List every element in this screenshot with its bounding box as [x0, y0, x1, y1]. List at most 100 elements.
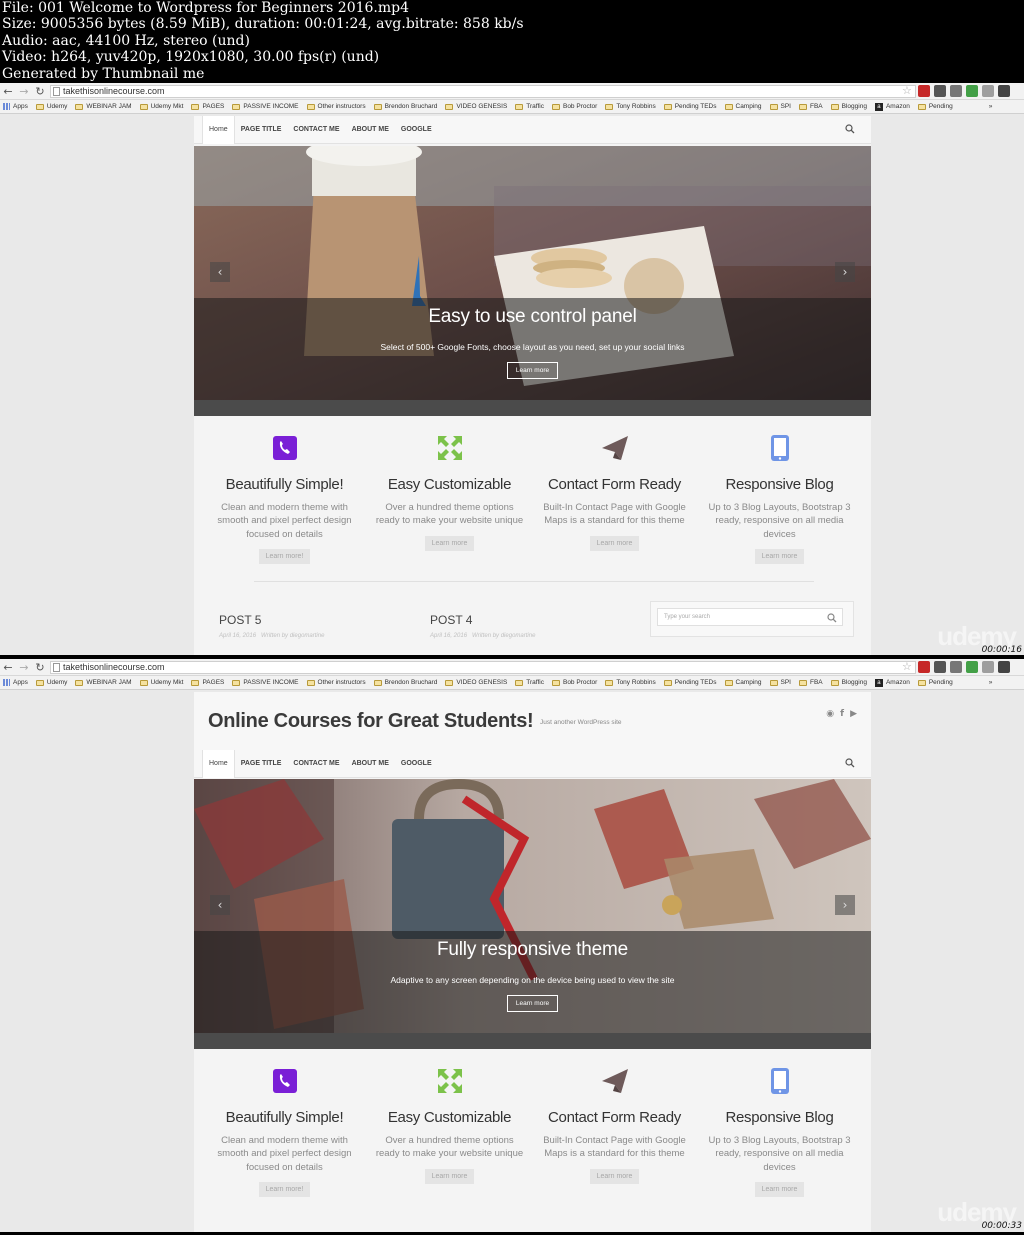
- feature-learn-more-button[interactable]: Learn more: [424, 1168, 475, 1184]
- bookmark-apps[interactable]: Apps: [0, 679, 28, 686]
- bookmark-folder[interactable]: Pending: [917, 103, 953, 110]
- bookmark-folder[interactable]: Udemy: [35, 679, 67, 686]
- bookmark-folder[interactable]: PAGES: [191, 679, 224, 686]
- bookmarks-overflow[interactable]: »: [989, 679, 993, 686]
- bookmark-folder[interactable]: Pending TEDs: [663, 103, 717, 110]
- extension-icon[interactable]: [934, 85, 946, 97]
- extension-icon[interactable]: [934, 661, 946, 673]
- extension-icon[interactable]: [966, 661, 978, 673]
- bookmark-folder[interactable]: Other instructors: [306, 103, 366, 110]
- facebook-icon[interactable]: f: [840, 709, 844, 719]
- bookmark-folder[interactable]: Udemy Mkt: [139, 103, 183, 110]
- bookmark-amazon[interactable]: a Amazon: [874, 102, 910, 111]
- bookmark-folder[interactable]: Other instructors: [306, 679, 366, 686]
- bookmark-folder[interactable]: PASSIVE INCOME: [232, 103, 299, 110]
- nav-item-home[interactable]: Home: [202, 749, 235, 778]
- post-item[interactable]: POST 5 April 16, 2016 Written by diegoma…: [219, 613, 324, 639]
- bookmark-amazon[interactable]: a Amazon: [874, 678, 910, 687]
- feature-beautifully-simple: Beautifully Simple! Clean and modern the…: [202, 416, 367, 596]
- search-icon[interactable]: [827, 610, 837, 623]
- reload-icon[interactable]: ↻: [32, 660, 48, 675]
- extension-icon[interactable]: [950, 661, 962, 673]
- feature-learn-more-button[interactable]: Learn more: [589, 1168, 640, 1184]
- nav-item-page-title[interactable]: PAGE TITLE: [235, 116, 288, 144]
- bookmark-folder[interactable]: Bob Proctor: [551, 679, 597, 686]
- search-widget: Type your search: [650, 601, 854, 637]
- nav-item-contact-me[interactable]: CONTACT ME: [287, 750, 345, 778]
- reload-icon[interactable]: ↻: [32, 84, 48, 99]
- feature-learn-more-button[interactable]: Learn more!: [258, 548, 311, 564]
- feature-learn-more-button[interactable]: Learn more: [754, 548, 805, 564]
- bookmark-folder[interactable]: Brendon Bruchard: [373, 679, 437, 686]
- nav-item-google[interactable]: GOOGLE: [395, 116, 438, 144]
- search-icon[interactable]: [845, 758, 855, 768]
- bookmark-star-icon[interactable]: ☆: [902, 660, 912, 673]
- slide-learn-more-button[interactable]: Learn more: [506, 995, 559, 1012]
- bookmark-folder[interactable]: Camping: [724, 103, 762, 110]
- search-input[interactable]: Type your search: [657, 608, 843, 626]
- bookmark-folder[interactable]: Brendon Bruchard: [373, 103, 437, 110]
- bookmark-folder[interactable]: Blogging: [830, 103, 867, 110]
- bookmark-folder[interactable]: VIDEO GENESIS: [445, 103, 507, 110]
- address-bar[interactable]: takethisonlinecourse.com: [50, 661, 916, 674]
- extension-icon[interactable]: [918, 661, 930, 673]
- bookmark-folder[interactable]: Pending TEDs: [663, 679, 717, 686]
- extension-icon[interactable]: [982, 85, 994, 97]
- bookmark-star-icon[interactable]: ☆: [902, 84, 912, 97]
- bookmark-folder[interactable]: VIDEO GENESIS: [445, 679, 507, 686]
- feature-learn-more-button[interactable]: Learn more: [754, 1181, 805, 1197]
- bookmark-folder[interactable]: Bob Proctor: [551, 103, 597, 110]
- forward-arrow-icon[interactable]: →: [16, 84, 32, 99]
- nav-item-about-me[interactable]: ABOUT ME: [346, 116, 395, 144]
- site-title[interactable]: Online Courses for Great Students!: [208, 710, 534, 733]
- back-arrow-icon[interactable]: ←: [0, 84, 16, 99]
- rss-icon[interactable]: ◉: [826, 709, 834, 719]
- extension-icon[interactable]: [982, 661, 994, 673]
- bookmark-folder[interactable]: SPI: [769, 103, 791, 110]
- bookmark-folder[interactable]: PAGES: [191, 103, 224, 110]
- bookmark-apps[interactable]: Apps: [0, 103, 28, 110]
- bookmark-folder[interactable]: Camping: [724, 679, 762, 686]
- menu-icon[interactable]: [998, 85, 1010, 97]
- address-bar[interactable]: takethisonlinecourse.com: [50, 85, 916, 98]
- forward-arrow-icon[interactable]: →: [16, 660, 32, 675]
- bookmark-folder[interactable]: PASSIVE INCOME: [232, 679, 299, 686]
- extension-icon[interactable]: [966, 85, 978, 97]
- back-arrow-icon[interactable]: ←: [0, 660, 16, 675]
- bookmark-folder[interactable]: Blogging: [830, 679, 867, 686]
- post-title[interactable]: POST 5: [219, 613, 324, 627]
- nav-item-page-title[interactable]: PAGE TITLE: [235, 750, 288, 778]
- extension-icon[interactable]: [918, 85, 930, 97]
- feature-learn-more-button[interactable]: Learn more: [589, 535, 640, 551]
- menu-icon[interactable]: [998, 661, 1010, 673]
- post-item[interactable]: POST 4 April 16, 2016 Written by diegoma…: [430, 613, 535, 639]
- slider-prev-arrow-icon[interactable]: ‹: [210, 262, 230, 282]
- nav-item-home[interactable]: Home: [202, 115, 235, 144]
- bookmark-folder[interactable]: Traffic: [515, 679, 544, 686]
- search-icon[interactable]: [845, 124, 855, 134]
- feature-learn-more-button[interactable]: Learn more!: [258, 1181, 311, 1197]
- feature-learn-more-button[interactable]: Learn more: [424, 535, 475, 551]
- nav-item-contact-me[interactable]: CONTACT ME: [287, 116, 345, 144]
- slider-prev-arrow-icon[interactable]: ‹: [210, 895, 230, 915]
- bookmark-folder[interactable]: Traffic: [515, 103, 544, 110]
- bookmark-folder[interactable]: SPI: [769, 679, 791, 686]
- extension-icon[interactable]: [950, 85, 962, 97]
- slide-learn-more-button[interactable]: Learn more: [506, 362, 559, 379]
- bookmark-folder[interactable]: WEBINAR JAM: [75, 103, 132, 110]
- youtube-icon[interactable]: ▶: [850, 709, 857, 719]
- bookmark-folder[interactable]: Tony Robbins: [605, 103, 656, 110]
- post-title[interactable]: POST 4: [430, 613, 535, 627]
- bookmark-folder[interactable]: Tony Robbins: [605, 679, 656, 686]
- bookmark-folder[interactable]: FBA: [799, 679, 823, 686]
- bookmark-folder[interactable]: Udemy Mkt: [139, 679, 183, 686]
- nav-item-google[interactable]: GOOGLE: [395, 750, 438, 778]
- slider-next-arrow-icon[interactable]: ›: [835, 895, 855, 915]
- slider-next-arrow-icon[interactable]: ›: [835, 262, 855, 282]
- bookmarks-overflow[interactable]: »: [989, 103, 993, 110]
- nav-item-about-me[interactable]: ABOUT ME: [346, 750, 395, 778]
- bookmark-folder[interactable]: Pending: [917, 679, 953, 686]
- bookmark-folder[interactable]: FBA: [799, 103, 823, 110]
- bookmark-folder[interactable]: Udemy: [35, 103, 67, 110]
- bookmark-folder[interactable]: WEBINAR JAM: [75, 679, 132, 686]
